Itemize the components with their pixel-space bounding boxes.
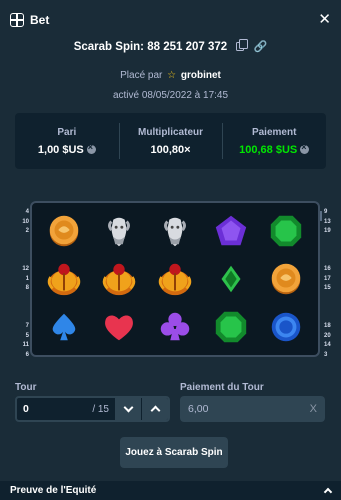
payline-number: 4 <box>25 209 29 215</box>
chevron-up-icon <box>323 487 333 497</box>
close-icon[interactable]: ✕ <box>318 12 331 27</box>
payline-number: 12 <box>22 266 29 272</box>
payline-number <box>324 303 336 313</box>
chevron-down-icon <box>123 402 133 413</box>
payline-number: 17 <box>324 275 331 282</box>
currency-icon <box>300 142 310 154</box>
payline-number <box>324 256 336 266</box>
ram-symbol-icon <box>147 207 203 255</box>
payline-number: 15 <box>324 285 331 291</box>
copy-icon[interactable] <box>236 39 249 51</box>
stat-multiplier-value: 100,80× <box>150 143 191 156</box>
stat-payout: Paiement 100,68 $US <box>222 113 326 169</box>
payout-tour-label: Paiement du Tour <box>180 382 264 393</box>
placed-by-prefix: Placé par <box>120 70 163 81</box>
spade-symbol-icon <box>36 303 92 351</box>
scarab-symbol-icon <box>147 255 203 303</box>
stat-bet-value: 1,00 $US <box>37 142 96 156</box>
tour-total: / 15 <box>92 403 109 415</box>
chevron-up-icon <box>150 405 160 416</box>
payline-number <box>17 303 29 313</box>
fairness-footer[interactable]: Preuve de l'Equité <box>0 481 341 500</box>
emerald-symbol-icon <box>203 303 259 351</box>
payline-number: 1 <box>25 275 29 282</box>
symbol-grid <box>36 207 314 351</box>
pentagon-symbol-icon <box>203 207 259 255</box>
payline-number: 7 <box>25 323 29 329</box>
diamond-symbol-icon <box>203 255 259 303</box>
modal-header: Bet ✕ <box>0 0 341 40</box>
username-link[interactable]: grobinet <box>181 70 221 81</box>
stat-bet: Pari 1,00 $US <box>15 113 119 169</box>
activated-at: activé 08/05/2022 à 17:45 <box>112 90 229 101</box>
placed-by-line: Placé par ☆ grobinet <box>0 70 341 81</box>
stats-panel: Pari 1,00 $US Multiplicateur 100,80× Pai… <box>15 113 326 169</box>
currency-icon <box>86 142 96 154</box>
paylines-right: 9 13 19 16 17 15 18 20 14 3 <box>324 208 336 360</box>
payline-number: 3 <box>324 351 328 358</box>
modal-title: Bet <box>30 13 50 27</box>
stat-payout-label: Paiement <box>251 126 297 138</box>
payline-number <box>324 246 336 256</box>
payline-number: 5 <box>25 332 29 339</box>
ring-symbol-icon <box>258 303 314 351</box>
payline-number: 11 <box>22 342 29 348</box>
paylines-left: 4 10 2 12 1 8 7 5 11 6 <box>17 208 29 360</box>
ram-symbol-icon <box>92 207 148 255</box>
scarab-symbol-icon <box>92 255 148 303</box>
payline-number: 2 <box>25 228 29 234</box>
star-icon: ☆ <box>167 70 177 81</box>
stat-payout-amount: 100,68 $US <box>239 143 298 156</box>
tour-stepper: 0 / 15 <box>15 396 170 422</box>
payline-number <box>17 256 29 266</box>
stat-bet-amount: 1,00 $US <box>37 143 84 156</box>
emerald-symbol-icon <box>258 207 314 255</box>
payline-number: 14 <box>324 342 331 348</box>
stat-bet-label: Pari <box>57 126 77 138</box>
link-icon[interactable]: 🔗 <box>254 40 268 53</box>
payline-number <box>17 313 29 323</box>
payline-number: 10 <box>22 218 29 225</box>
stat-payout-value: 100,68 $US <box>239 142 310 156</box>
payout-tour-value: 6,00 <box>188 403 209 415</box>
payline-number <box>324 313 336 323</box>
payline-number <box>17 294 29 304</box>
stat-multiplier-label: Multiplicateur <box>138 126 204 138</box>
heart-symbol-icon <box>92 303 148 351</box>
tour-label: Tour <box>15 382 37 393</box>
bet-icon <box>10 13 24 27</box>
tour-increment-button[interactable] <box>142 398 168 420</box>
payline-number: 18 <box>324 323 331 329</box>
bet-id-text: Scarab Spin: 88 251 207 372 <box>73 41 228 53</box>
payline-number: 8 <box>25 285 29 291</box>
payline-number <box>17 246 29 256</box>
tour-input[interactable]: 0 <box>17 403 92 415</box>
payline-number: 19 <box>324 228 331 234</box>
payline-number <box>324 237 336 247</box>
coin-symbol-icon <box>258 255 314 303</box>
club-symbol-icon <box>147 303 203 351</box>
fairness-title: Preuve de l'Equité <box>10 485 97 496</box>
payline-number: 16 <box>324 266 331 272</box>
scarab-symbol-icon <box>36 255 92 303</box>
payline-number: 20 <box>324 332 331 339</box>
payline-number: 9 <box>324 209 328 215</box>
frame-decoration <box>316 211 322 221</box>
payline-number <box>17 237 29 247</box>
slot-reels <box>30 201 322 357</box>
play-game-button[interactable]: Jouez à Scarab Spin <box>120 437 228 468</box>
payline-number <box>324 294 336 304</box>
bet-id-line: Scarab Spin: 88 251 207 372 🔗 <box>0 39 341 53</box>
stat-multiplier: Multiplicateur 100,80× <box>118 113 223 169</box>
clear-icon: X <box>309 403 317 415</box>
payout-tour-field: 6,00 X <box>180 396 325 422</box>
coin-symbol-icon <box>36 207 92 255</box>
payline-number: 13 <box>324 218 331 225</box>
payline-number: 6 <box>25 351 29 358</box>
tour-decrement-button[interactable] <box>115 398 141 420</box>
